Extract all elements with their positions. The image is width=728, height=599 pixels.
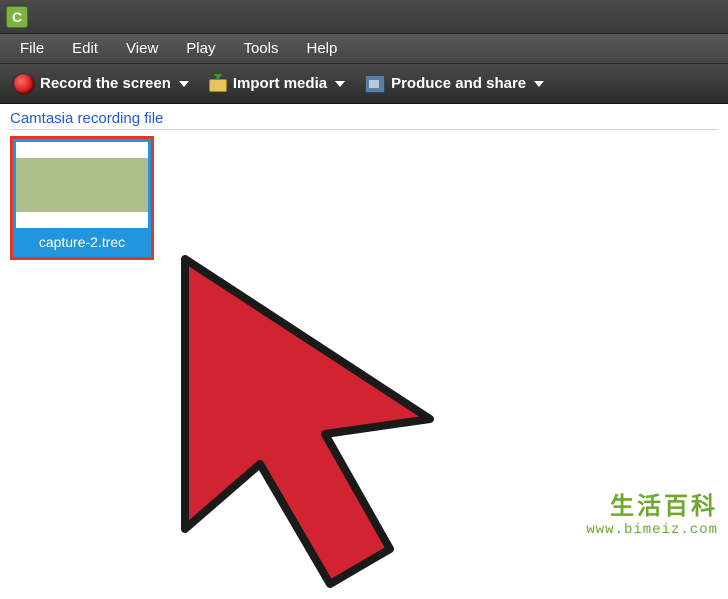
app-icon: C: [6, 6, 28, 28]
title-bar: C: [0, 0, 728, 34]
menu-tools[interactable]: Tools: [231, 36, 290, 61]
import-label: Import media: [233, 75, 327, 92]
file-name-label: capture-2.trec: [16, 228, 148, 254]
record-icon: [14, 74, 34, 94]
produce-icon: [365, 75, 385, 93]
record-screen-button[interactable]: Record the screen: [8, 70, 195, 98]
menu-file[interactable]: File: [8, 36, 56, 61]
chevron-down-icon: [335, 81, 345, 87]
produce-label: Produce and share: [391, 75, 526, 92]
file-thumbnail: [16, 142, 148, 228]
produce-share-button[interactable]: Produce and share: [359, 71, 550, 97]
menu-help[interactable]: Help: [295, 36, 350, 61]
import-media-button[interactable]: Import media: [203, 71, 351, 96]
chevron-down-icon: [534, 81, 544, 87]
toolbar: Record the screen Import media Produce a…: [0, 64, 728, 104]
chevron-down-icon: [179, 81, 189, 87]
section-label: Camtasia recording file: [10, 110, 718, 130]
menu-view[interactable]: View: [114, 36, 170, 61]
recording-file-item[interactable]: capture-2.trec: [10, 136, 154, 260]
media-bin: Camtasia recording file capture-2.trec: [0, 104, 728, 546]
cursor-arrow-annotation: [165, 249, 495, 599]
menu-play[interactable]: Play: [174, 36, 227, 61]
menu-edit[interactable]: Edit: [60, 36, 110, 61]
menu-bar: File Edit View Play Tools Help: [0, 34, 728, 64]
import-icon: [209, 76, 227, 92]
record-label: Record the screen: [40, 75, 171, 92]
file-thumbnail-image: [16, 158, 148, 212]
